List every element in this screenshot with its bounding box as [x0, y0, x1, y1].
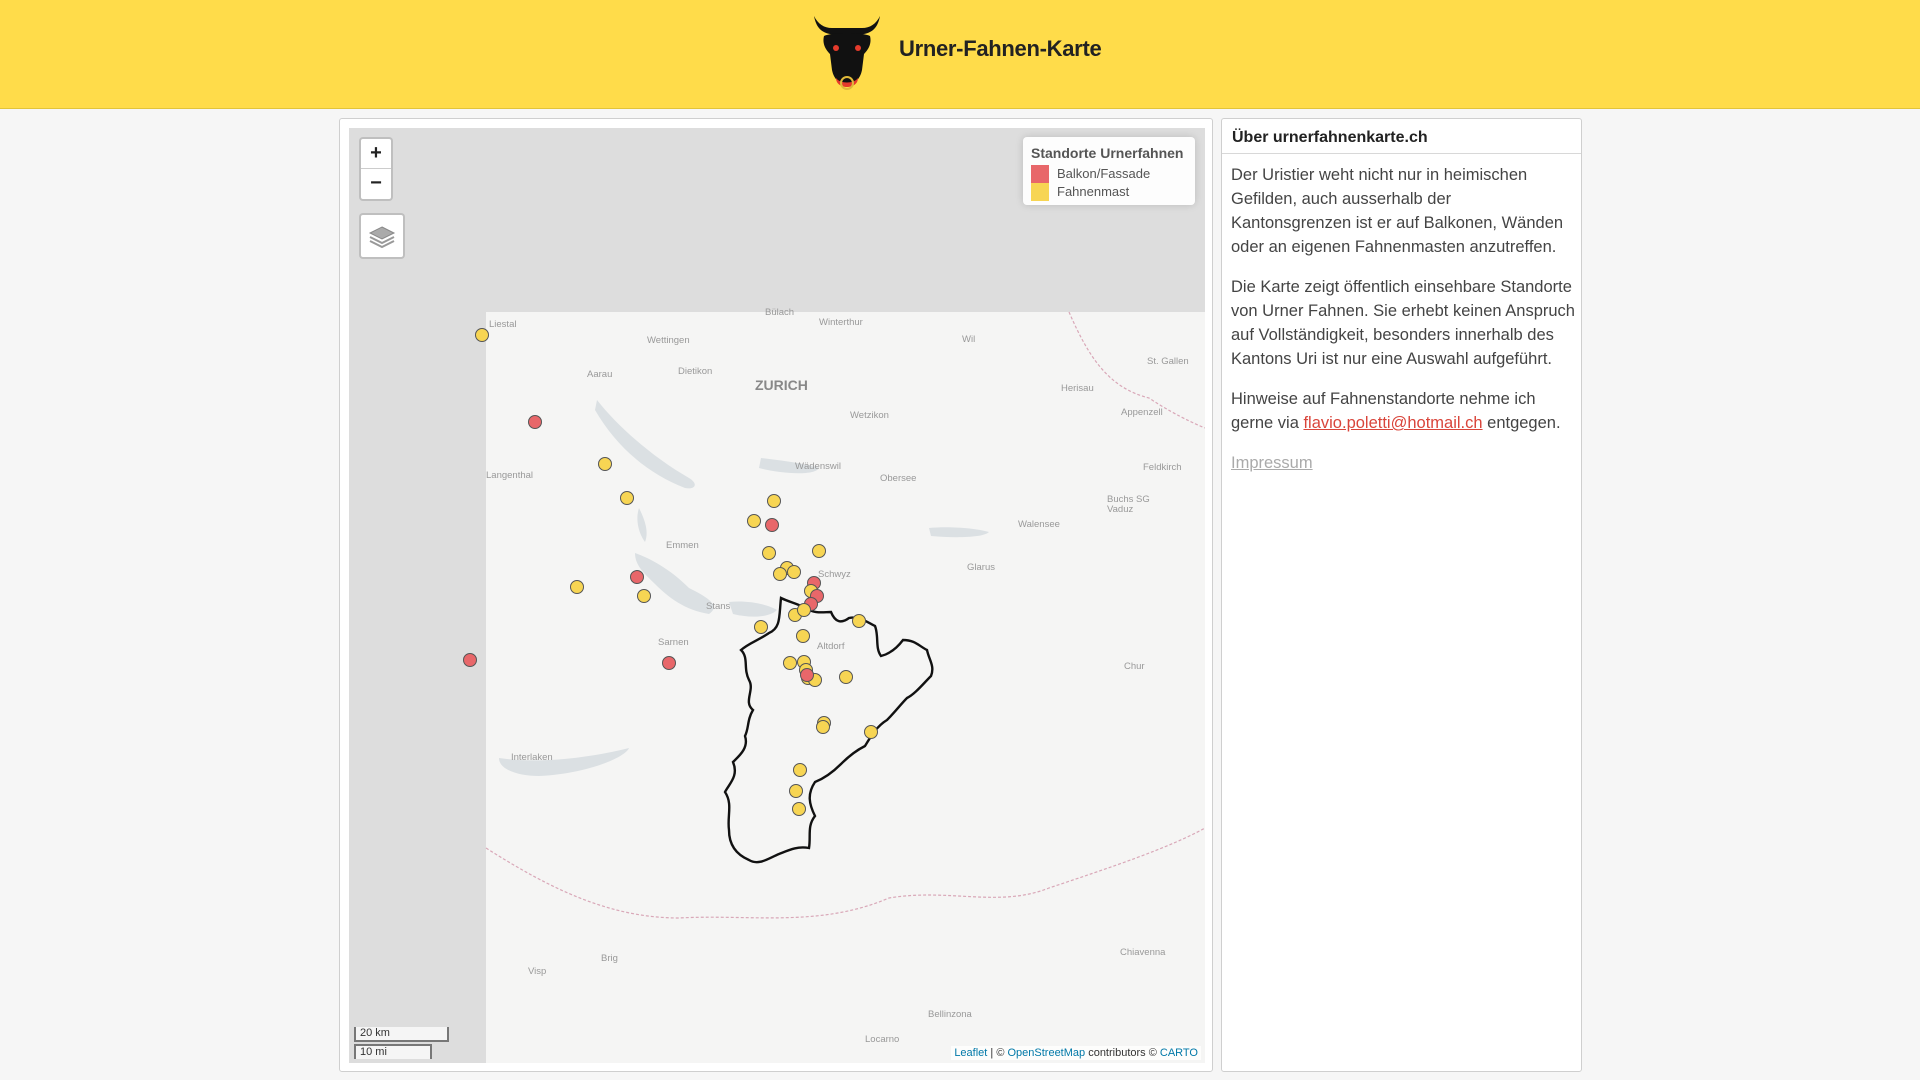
info-title: Über urnerfahnenkarte.ch	[1222, 119, 1581, 154]
place-label: Herisau	[1061, 383, 1094, 394]
zoom-in-button[interactable]: +	[361, 139, 391, 169]
marker-fahnenmast[interactable]	[598, 457, 612, 471]
zoom-control: + −	[359, 137, 393, 201]
info-paragraph-2: Die Karte zeigt öffentlich einsehbare St…	[1231, 278, 1575, 368]
uri-bull-head-logo[interactable]	[810, 14, 884, 96]
place-label: ZURICH	[755, 377, 808, 393]
marker-fahnenmast[interactable]	[620, 491, 634, 505]
marker-fahnenmast[interactable]	[789, 784, 803, 798]
site-title: Urner-Fahnen-Karte	[899, 36, 1102, 61]
marker-fahnenmast[interactable]	[747, 514, 761, 528]
place-label: Bülach	[765, 307, 794, 318]
marker-fahnenmast[interactable]	[787, 565, 801, 579]
marker-fahnenmast[interactable]	[796, 629, 810, 643]
place-label: Walensee	[1018, 519, 1060, 530]
legend-item-fahnenmast: Fahnenmast	[1031, 183, 1129, 201]
marker-fahnenmast[interactable]	[852, 614, 866, 628]
marker-balkon-fassade[interactable]	[662, 656, 676, 670]
header-bar: Urner-Fahnen-Karte	[0, 0, 1920, 109]
place-label: Stans	[706, 601, 731, 612]
leaflet-link[interactable]: Leaflet	[954, 1047, 987, 1059]
marker-fahnenmast[interactable]	[767, 494, 781, 508]
marker-fahnenmast[interactable]	[570, 580, 584, 594]
place-label: Langenthal	[486, 470, 533, 481]
place-label: Schwyz	[818, 569, 851, 580]
flag-markers[interactable]	[463, 328, 878, 816]
legend-item-balkon: Balkon/Fassade	[1031, 165, 1150, 183]
layers-button[interactable]	[359, 213, 405, 259]
place-label: Dietikon	[678, 366, 712, 377]
marker-fahnenmast[interactable]	[637, 589, 651, 603]
marker-fahnenmast[interactable]	[797, 603, 811, 617]
impressum-link[interactable]: Impressum	[1231, 454, 1313, 472]
email-link[interactable]: flavio.poletti@hotmail.ch	[1303, 414, 1482, 432]
info-body: Der Uristier weht nicht nur in heimische…	[1231, 163, 1575, 491]
info-panel: Über urnerfahnenkarte.ch Der Uristier we…	[1221, 118, 1582, 1072]
place-label: Altdorf	[817, 641, 845, 652]
legend-title: Standorte Urnerfahnen	[1031, 145, 1184, 161]
marker-fahnenmast[interactable]	[864, 725, 878, 739]
place-label: Feldkirch	[1143, 462, 1182, 473]
info-paragraph-3: Hinweise auf Fahnenstandorte nehme ich g…	[1231, 390, 1561, 432]
scale-km: 20 km	[354, 1027, 449, 1042]
place-labels: Bülach Winterthur Wil Wettingen St. Gallen Aa…	[486, 307, 1189, 1045]
map-legend: Standorte Urnerfahnen Balkon/Fassade Fah…	[1023, 137, 1195, 205]
marker-balkon-fassade[interactable]	[800, 668, 814, 682]
borders	[485, 311, 1205, 919]
legend-swatch-yellow	[1031, 183, 1049, 201]
marker-fahnenmast[interactable]	[839, 670, 853, 684]
map-panel: Bülach Winterthur Wil Wettingen St. Gallen Aa…	[339, 118, 1213, 1072]
place-label: Wettingen	[647, 335, 690, 346]
marker-fahnenmast[interactable]	[754, 620, 768, 634]
map-overlay: Bülach Winterthur Wil Wettingen St. Gallen Aa…	[463, 307, 1205, 1045]
marker-fahnenmast[interactable]	[816, 720, 830, 734]
layers-icon	[368, 226, 396, 249]
place-label: Visp	[528, 966, 546, 977]
map-view[interactable]: Bülach Winterthur Wil Wettingen St. Gallen Aa…	[349, 128, 1205, 1063]
place-label: Obersee	[880, 473, 916, 484]
marker-balkon-fassade[interactable]	[765, 518, 779, 532]
marker-fahnenmast[interactable]	[812, 544, 826, 558]
place-label: Liestal	[489, 319, 516, 330]
legend-swatch-red	[1031, 165, 1049, 183]
impressum-paragraph: Impressum	[1231, 451, 1575, 475]
marker-fahnenmast[interactable]	[475, 328, 489, 342]
place-label: Appenzell	[1121, 407, 1163, 418]
place-label: Sarnen	[658, 637, 689, 648]
place-label: Chur	[1124, 661, 1145, 672]
place-label: Interlaken	[511, 752, 553, 763]
map-attribution: Leaflet | © OpenStreetMap contributors ©…	[951, 1046, 1201, 1060]
osm-link[interactable]: OpenStreetMap	[1007, 1047, 1085, 1059]
place-label: Wädenswil	[795, 461, 841, 472]
info-paragraph-1: Der Uristier weht nicht nur in heimische…	[1231, 166, 1564, 256]
carto-link[interactable]: CARTO	[1160, 1047, 1198, 1059]
place-label: Glarus	[967, 562, 995, 573]
marker-fahnenmast[interactable]	[793, 763, 807, 777]
place-label: Chiavenna	[1120, 947, 1166, 958]
place-label: Emmen	[666, 540, 699, 551]
marker-fahnenmast[interactable]	[773, 567, 787, 581]
zoom-out-button[interactable]: −	[361, 169, 391, 198]
marker-fahnenmast[interactable]	[762, 546, 776, 560]
marker-fahnenmast[interactable]	[783, 656, 797, 670]
place-label: Aarau	[587, 369, 612, 380]
scale-mi: 10 mi	[354, 1044, 432, 1059]
place-label: Locarno	[865, 1034, 899, 1045]
place-label: St. Gallen	[1147, 356, 1189, 367]
marker-balkon-fassade[interactable]	[463, 653, 477, 667]
marker-balkon-fassade[interactable]	[630, 570, 644, 584]
place-label: Winterthur	[819, 317, 863, 328]
place-label: Wetzikon	[850, 410, 889, 421]
marker-fahnenmast[interactable]	[792, 802, 806, 816]
place-label: Bellinzona	[928, 1009, 973, 1020]
place-label: Brig	[601, 953, 618, 964]
marker-balkon-fassade[interactable]	[528, 415, 542, 429]
place-label: Wil	[962, 334, 975, 345]
place-label: Vaduz	[1107, 504, 1133, 515]
